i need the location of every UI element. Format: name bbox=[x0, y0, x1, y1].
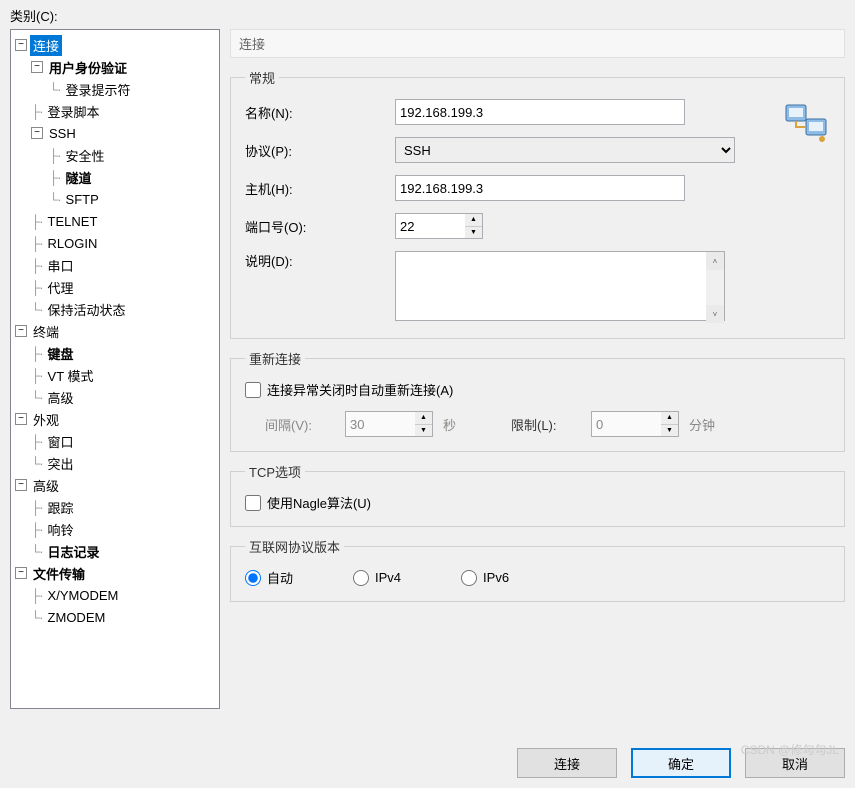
auto-reconnect-label: 连接异常关闭时自动重新连接(A) bbox=[267, 380, 453, 399]
protocol-label: 协议(P): bbox=[245, 141, 395, 160]
tree-branch-icon: └· bbox=[49, 82, 61, 97]
limit-input bbox=[591, 411, 661, 437]
tree-branch-icon: ├· bbox=[31, 280, 43, 295]
connect-button[interactable]: 连接 bbox=[517, 748, 617, 778]
tree-branch-icon: └· bbox=[31, 610, 43, 625]
textarea-scrollbar[interactable]: ˄˅ bbox=[706, 252, 724, 323]
limit-label: 限制(L): bbox=[511, 415, 581, 434]
ipv6-radio[interactable] bbox=[461, 570, 477, 586]
tree-node-window[interactable]: 窗口 bbox=[45, 431, 77, 452]
tree-branch-icon: ├· bbox=[31, 434, 43, 449]
tree-branch-icon: ├· bbox=[31, 104, 43, 119]
collapse-icon[interactable]: − bbox=[15, 39, 27, 51]
tree-branch-icon: ├· bbox=[31, 368, 43, 383]
tree-node-zmodem[interactable]: ZMODEM bbox=[45, 609, 109, 626]
tree-node-connection[interactable]: 连接 bbox=[30, 35, 62, 56]
tree-branch-icon: ├· bbox=[31, 214, 43, 229]
name-label: 名称(N): bbox=[245, 103, 395, 122]
tree-node-telnet[interactable]: TELNET bbox=[45, 213, 101, 230]
interval-label: 间隔(V): bbox=[265, 415, 335, 434]
general-legend: 常规 bbox=[245, 68, 279, 87]
collapse-icon[interactable]: − bbox=[15, 413, 27, 425]
tree-node-keyboard[interactable]: 键盘 bbox=[45, 343, 77, 364]
tree-branch-icon: ├· bbox=[31, 346, 43, 361]
ipversion-legend: 互联网协议版本 bbox=[245, 537, 344, 556]
tree-node-tunnel[interactable]: 隧道 bbox=[63, 167, 95, 188]
tree-node-sftp[interactable]: SFTP bbox=[63, 191, 102, 208]
tree-branch-icon: └· bbox=[49, 192, 61, 207]
tree-node-security[interactable]: 安全性 bbox=[63, 145, 108, 166]
tree-node-proxy[interactable]: 代理 bbox=[45, 277, 77, 298]
tree-node-login-prompt[interactable]: 登录提示符 bbox=[63, 79, 134, 100]
interval-unit: 秒 bbox=[443, 415, 483, 434]
auto-reconnect-checkbox[interactable] bbox=[245, 382, 261, 398]
tree-node-xymodem[interactable]: X/YMODEM bbox=[45, 587, 122, 604]
tree-node-rlogin[interactable]: RLOGIN bbox=[45, 235, 101, 252]
ip-auto-radio[interactable] bbox=[245, 570, 261, 586]
panel-title: 连接 bbox=[230, 29, 845, 58]
tree-node-advanced-term[interactable]: 高级 bbox=[45, 387, 77, 408]
collapse-icon[interactable]: − bbox=[31, 61, 43, 73]
limit-unit: 分钟 bbox=[689, 415, 729, 434]
tree-node-logging[interactable]: 日志记录 bbox=[45, 541, 103, 562]
protocol-select[interactable]: SSH bbox=[395, 137, 735, 163]
collapse-icon[interactable]: − bbox=[15, 479, 27, 491]
cancel-button[interactable]: 取消 bbox=[745, 748, 845, 778]
tree-node-vtmode[interactable]: VT 模式 bbox=[45, 365, 97, 386]
reconnect-group: 重新连接 连接异常关闭时自动重新连接(A) 间隔(V): ▲▼ 秒 限制(L): bbox=[230, 349, 845, 452]
host-label: 主机(H): bbox=[245, 179, 395, 198]
tree-node-highlight[interactable]: 突出 bbox=[45, 453, 77, 474]
tree-branch-icon: └· bbox=[31, 390, 43, 405]
nagle-label: 使用Nagle算法(U) bbox=[267, 493, 371, 512]
category-tree[interactable]: −连接 −用户身份验证 └·登录提示符 ├·登录脚本 −SSH ├·安全性 ├·… bbox=[10, 29, 220, 709]
desc-label: 说明(D): bbox=[245, 251, 395, 270]
tree-branch-icon: ├· bbox=[31, 588, 43, 603]
category-label: 类别(C): bbox=[10, 6, 845, 25]
tree-node-trace[interactable]: 跟踪 bbox=[45, 497, 77, 518]
ipversion-group: 互联网协议版本 自动 IPv4 IPv6 bbox=[230, 537, 845, 602]
ok-button[interactable]: 确定 bbox=[631, 748, 731, 778]
reconnect-legend: 重新连接 bbox=[245, 349, 305, 368]
tree-node-bell[interactable]: 响铃 bbox=[45, 519, 77, 540]
tcp-legend: TCP选项 bbox=[245, 462, 305, 481]
ipv6-label: IPv6 bbox=[483, 570, 509, 585]
interval-input bbox=[345, 411, 415, 437]
tree-branch-icon: ├· bbox=[31, 258, 43, 273]
nagle-checkbox[interactable] bbox=[245, 495, 261, 511]
tcp-group: TCP选项 使用Nagle算法(U) bbox=[230, 462, 845, 527]
tree-branch-icon: ├· bbox=[49, 148, 61, 163]
tree-node-serial[interactable]: 串口 bbox=[45, 255, 77, 276]
limit-spinner: ▲▼ bbox=[661, 411, 679, 437]
tree-branch-icon: └· bbox=[31, 302, 43, 317]
tree-node-file-transfer[interactable]: 文件传输 bbox=[30, 563, 88, 584]
port-label: 端口号(O): bbox=[245, 217, 395, 236]
ip-auto-label: 自动 bbox=[267, 568, 293, 587]
tree-node-keepalive[interactable]: 保持活动状态 bbox=[45, 299, 129, 320]
ipv4-radio[interactable] bbox=[353, 570, 369, 586]
general-group: 常规 名称(N): 协议(P): bbox=[230, 68, 845, 339]
interval-spinner: ▲▼ bbox=[415, 411, 433, 437]
port-input[interactable] bbox=[395, 213, 465, 239]
tree-branch-icon: ├· bbox=[49, 170, 61, 185]
tree-node-ssh[interactable]: SSH bbox=[46, 125, 79, 142]
tree-node-terminal[interactable]: 终端 bbox=[30, 321, 62, 342]
tree-branch-icon: └· bbox=[31, 544, 43, 559]
host-input[interactable] bbox=[395, 175, 685, 201]
tree-branch-icon: ├· bbox=[31, 236, 43, 251]
tree-node-login-script[interactable]: 登录脚本 bbox=[45, 101, 103, 122]
collapse-icon[interactable]: − bbox=[15, 325, 27, 337]
network-icon bbox=[784, 103, 830, 143]
tree-branch-icon: ├· bbox=[31, 500, 43, 515]
tree-node-auth[interactable]: 用户身份验证 bbox=[46, 57, 130, 78]
port-spinner[interactable]: ▲▼ bbox=[465, 213, 483, 239]
tree-branch-icon: └· bbox=[31, 456, 43, 471]
collapse-icon[interactable]: − bbox=[31, 127, 43, 139]
collapse-icon[interactable]: − bbox=[15, 567, 27, 579]
ipv4-label: IPv4 bbox=[375, 570, 401, 585]
name-input[interactable] bbox=[395, 99, 685, 125]
tree-node-appearance[interactable]: 外观 bbox=[30, 409, 62, 430]
desc-textarea[interactable] bbox=[395, 251, 725, 321]
tree-node-advanced[interactable]: 高级 bbox=[30, 475, 62, 496]
tree-branch-icon: ├· bbox=[31, 522, 43, 537]
